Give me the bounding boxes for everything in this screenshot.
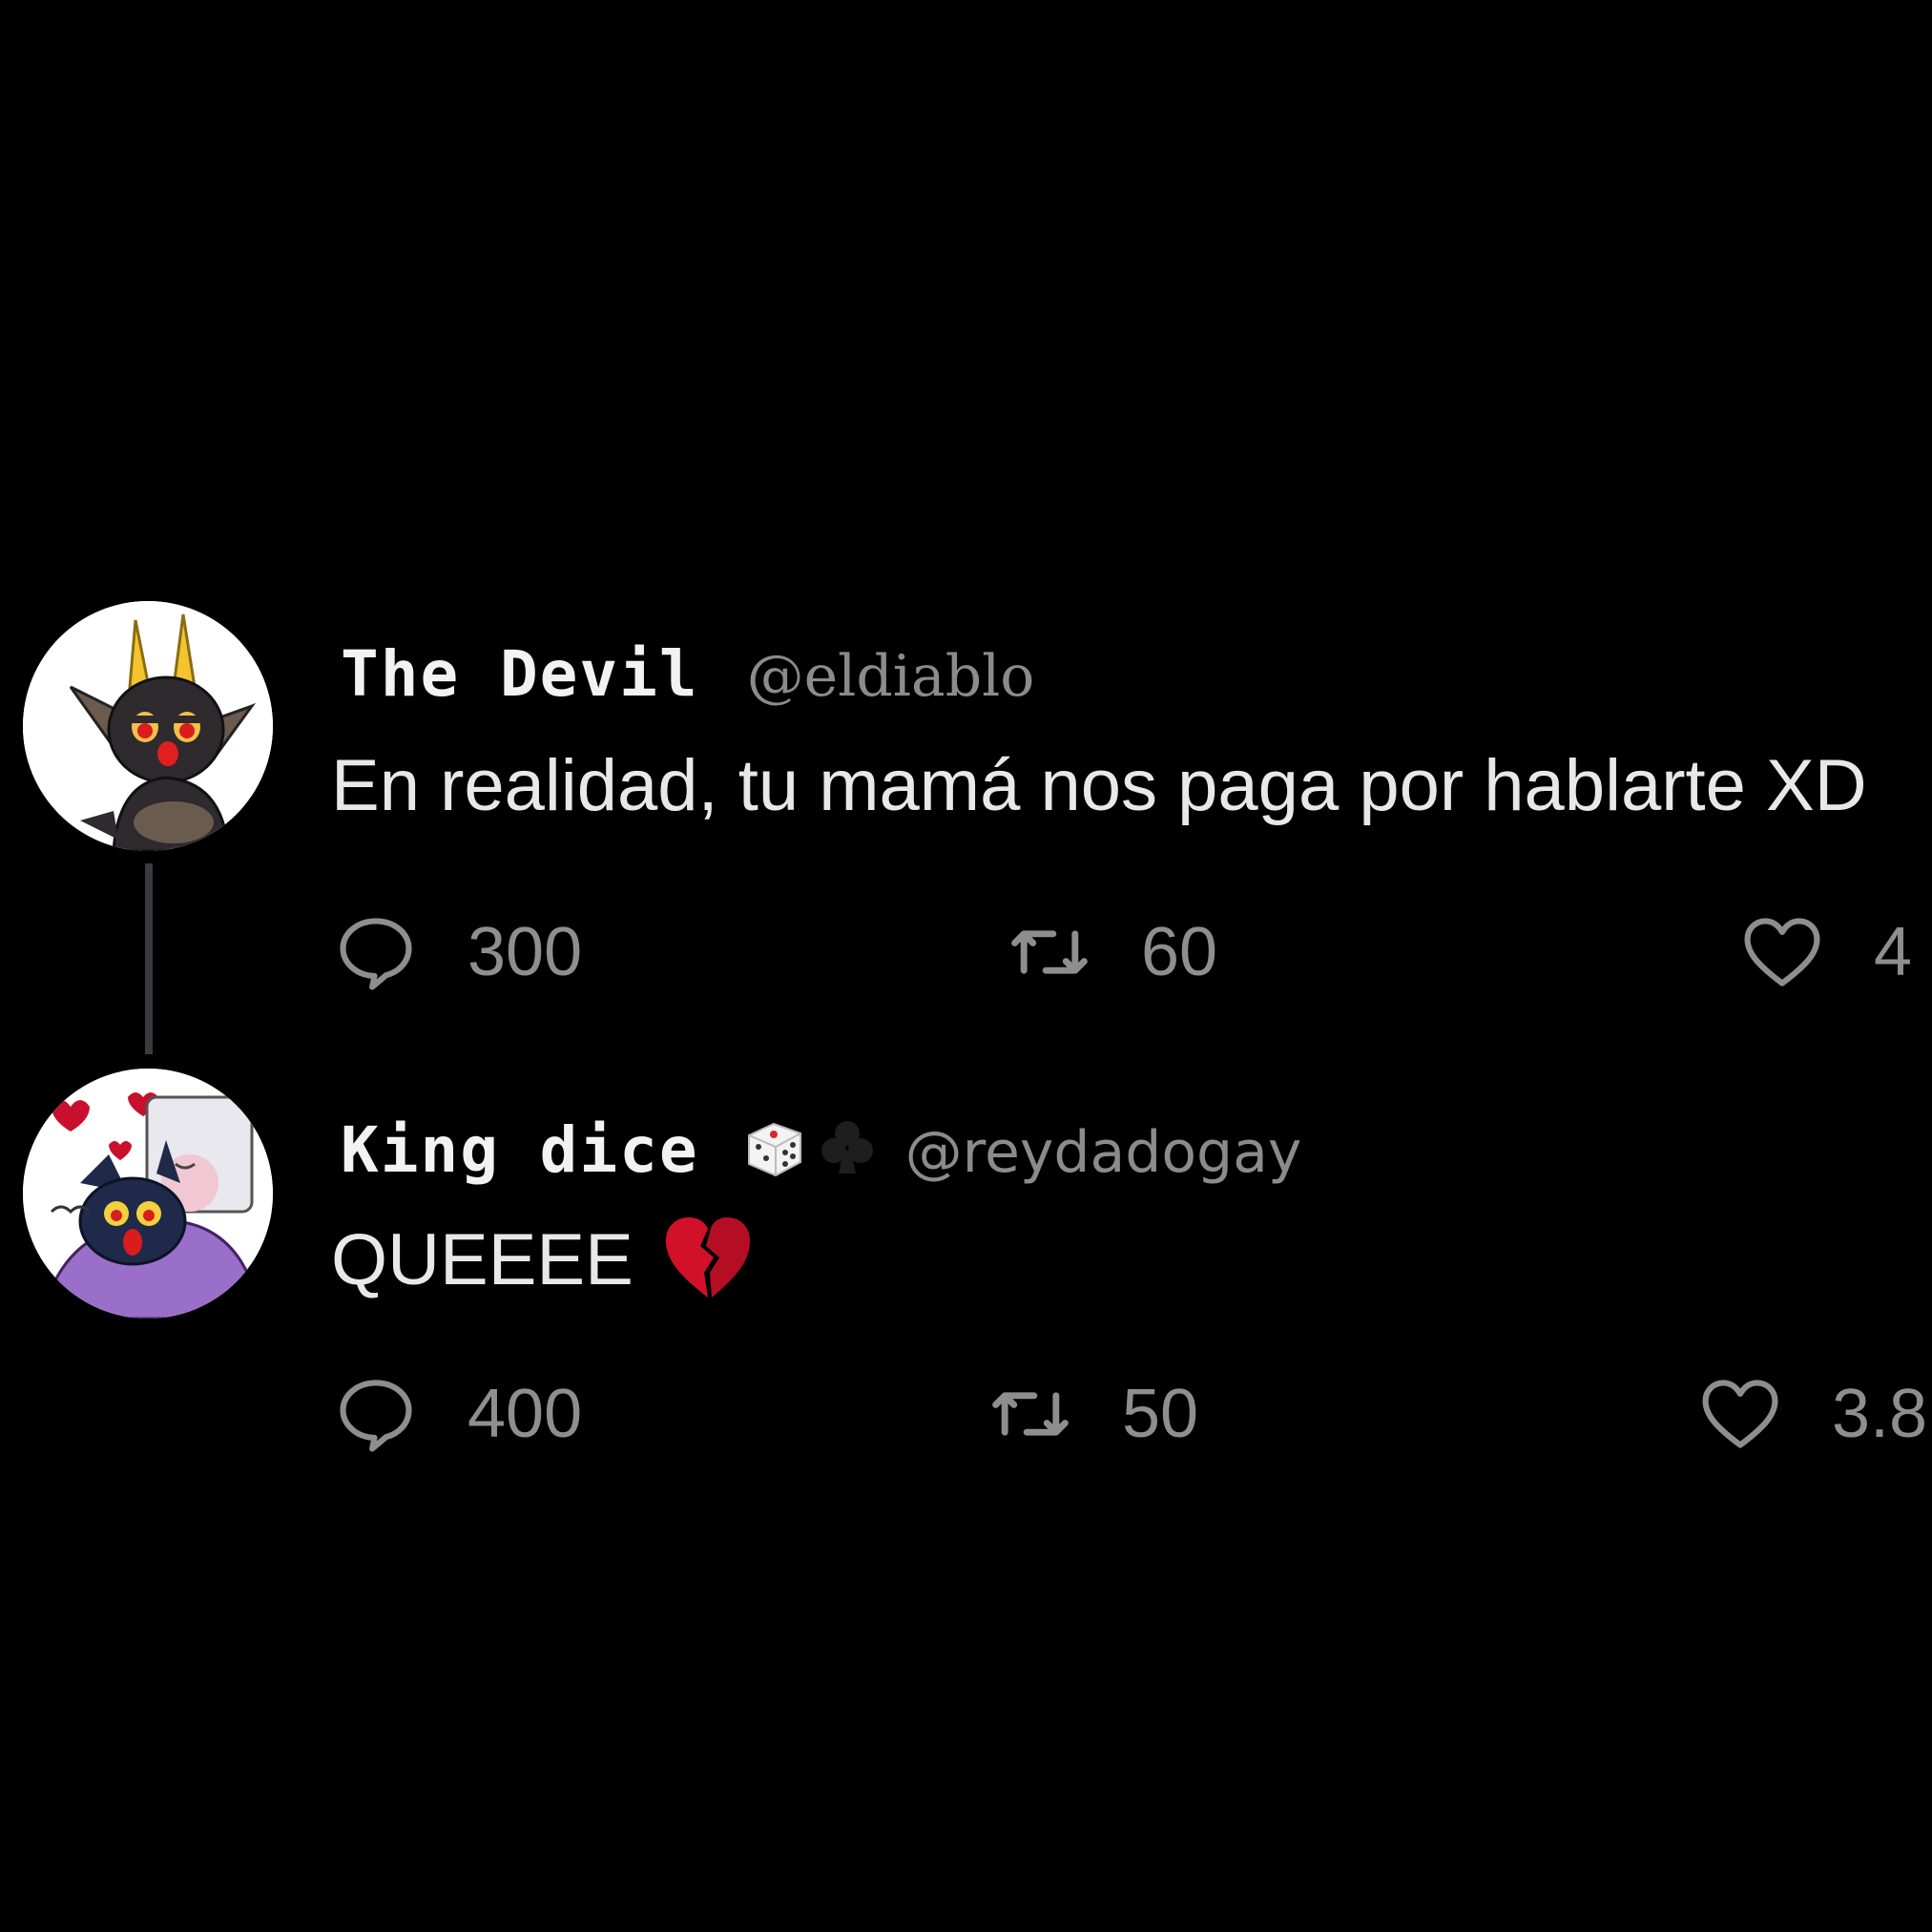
- die-emoji-icon: [747, 1122, 801, 1177]
- reply-count: 400: [467, 1376, 583, 1452]
- reply-button[interactable]: 400: [332, 1370, 582, 1458]
- user-handle[interactable]: @eldiablo: [747, 643, 1035, 710]
- retweet-icon: [992, 1392, 1069, 1436]
- speech-bubble-icon: [340, 1380, 412, 1452]
- like-count: 3.8: [1832, 1376, 1928, 1452]
- like-button[interactable]: 3.8: [1696, 1370, 1927, 1458]
- tweet-text: En realidad, tu mamá nos paga por hablar…: [331, 744, 1867, 827]
- reply-button[interactable]: 300: [332, 908, 582, 996]
- tweet[interactable]: The Devil @eldiablo En realidad, tu mamá…: [0, 601, 1932, 1059]
- retweet-button[interactable]: 60: [1006, 908, 1217, 996]
- retweet-count: 60: [1141, 914, 1218, 990]
- display-name[interactable]: King dice: [341, 1113, 699, 1187]
- like-button[interactable]: 4: [1738, 908, 1912, 996]
- heart-icon: [1702, 1380, 1778, 1448]
- avatar[interactable]: [23, 601, 273, 851]
- display-name[interactable]: The Devil: [341, 637, 699, 711]
- like-count: 4: [1874, 914, 1913, 990]
- tweet-text-content: En realidad, tu mamá nos paga por hablar…: [331, 745, 1867, 826]
- heart-icon: [1744, 918, 1820, 987]
- reply-count: 300: [467, 914, 583, 990]
- name-emoji-badges: [741, 1114, 881, 1181]
- broken-heart-emoji-icon: [660, 1210, 756, 1305]
- club-suit-emoji-icon: [821, 1121, 873, 1174]
- tweet-text-content: QUEEEE: [331, 1219, 634, 1300]
- tweet-actions: 400 50 3.8: [332, 1370, 1932, 1465]
- tweet-actions: 300 60 4: [332, 908, 1932, 1004]
- speech-bubble-icon: [340, 918, 412, 990]
- devil-avatar-icon: [23, 601, 273, 851]
- tweet[interactable]: King dice @reydadogay QUEEEE 400 50 3.8: [0, 1069, 1932, 1527]
- avatar[interactable]: [23, 1069, 273, 1319]
- tweet-text: QUEEEE: [331, 1210, 756, 1305]
- retweet-icon: [1011, 930, 1088, 974]
- retweet-count: 50: [1122, 1376, 1199, 1452]
- retweet-button[interactable]: 50: [987, 1370, 1198, 1458]
- user-handle[interactable]: @reydadogay: [905, 1119, 1302, 1186]
- king-dice-avatar-icon: [23, 1069, 273, 1319]
